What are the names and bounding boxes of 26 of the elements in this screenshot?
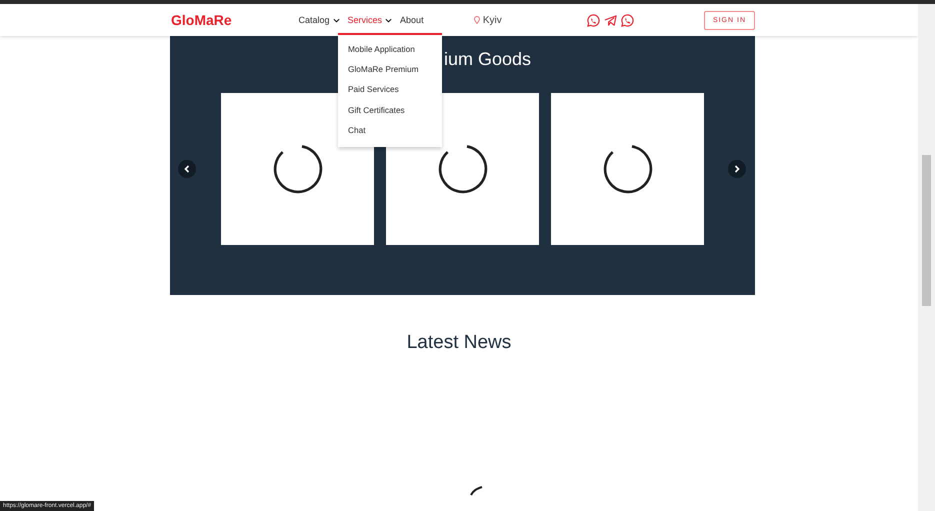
paper-plane-icon[interactable] <box>604 14 618 26</box>
scrollbar-thumb[interactable] <box>922 155 931 306</box>
menu-item[interactable]: Paid Services <box>338 82 442 103</box>
menu-item[interactable]: Chat <box>338 122 442 143</box>
menu-item[interactable]: GloMaRe Premium <box>338 62 442 82</box>
chevron-right-icon <box>734 165 740 173</box>
phone-bubble-icon[interactable] <box>621 14 634 26</box>
section-title: Latest News <box>406 332 512 354</box>
nav-link[interactable]: Catalog <box>298 15 330 25</box>
menu-item[interactable]: Mobile Application <box>338 42 442 62</box>
nav-link[interactable]: About <box>400 15 424 25</box>
location-pin-icon <box>474 16 480 24</box>
menu-item[interactable]: Gift Certificates <box>338 102 442 123</box>
location-text[interactable]: Kyiv <box>482 14 502 26</box>
next-button[interactable] <box>728 160 746 178</box>
loading-spinner-icon <box>470 486 484 496</box>
section-title: ium Goods <box>444 49 532 71</box>
scrollbar[interactable] <box>918 4 935 511</box>
phone-bubble-icon[interactable] <box>587 14 600 26</box>
loading-spinner-icon <box>272 143 324 195</box>
loading-spinner-icon <box>602 143 654 195</box>
loading-spinner-icon <box>436 143 488 195</box>
logo[interactable]: GloMaRe <box>171 12 298 28</box>
previous-button[interactable] <box>178 160 196 178</box>
nav-link[interactable]: Services <box>348 15 382 25</box>
chevron-left-icon <box>184 165 190 173</box>
